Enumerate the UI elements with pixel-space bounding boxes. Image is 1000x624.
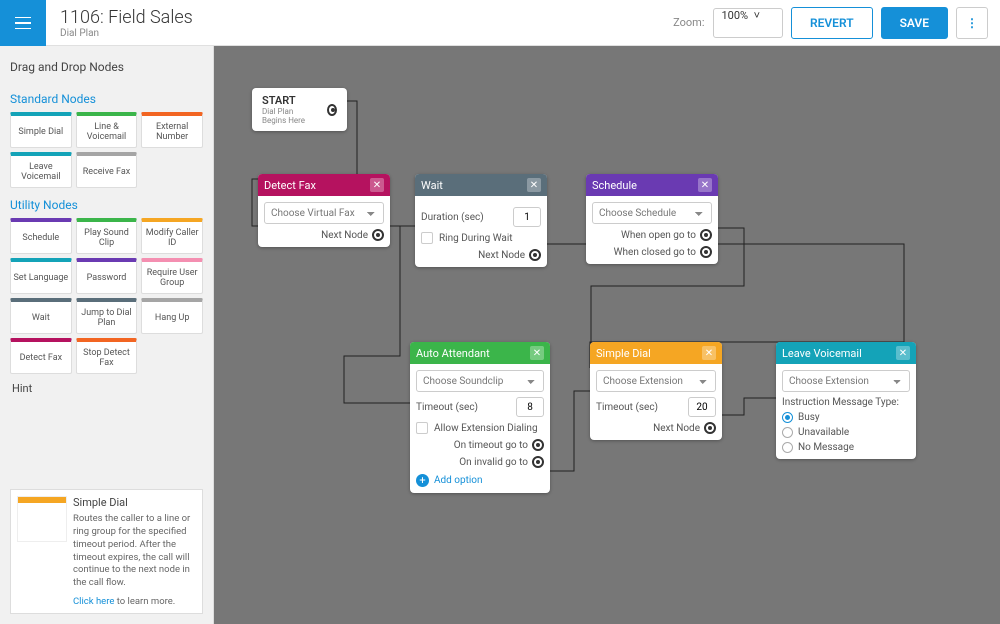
port-icon[interactable]	[704, 422, 716, 434]
zoom-label: Zoom:	[673, 16, 704, 29]
node-tile[interactable]: Receive Fax	[76, 152, 138, 188]
port-icon[interactable]	[700, 229, 712, 241]
detect-fax-node[interactable]: Detect Fax✕ Choose Virtual Fax Next Node	[258, 174, 390, 247]
ring-checkbox[interactable]	[421, 232, 433, 244]
soundclip-select[interactable]: Choose Soundclip	[416, 370, 544, 392]
close-icon[interactable]: ✕	[896, 346, 910, 360]
hint-body: Routes the caller to a line or ring grou…	[73, 513, 196, 590]
node-tile[interactable]: Simple Dial	[10, 112, 72, 148]
node-tile[interactable]: Set Language	[10, 258, 72, 294]
port-icon[interactable]	[529, 249, 541, 261]
port-icon[interactable]	[372, 229, 384, 241]
node-tile[interactable]: Hang Up	[141, 298, 203, 334]
canvas[interactable]: START Dial Plan Begins Here Detect Fax✕ …	[214, 46, 1000, 624]
radio-icon	[782, 442, 793, 453]
leave-voicemail-node[interactable]: Leave Voicemail✕ Choose Extension Instru…	[776, 342, 916, 459]
wait-node[interactable]: Wait✕ Duration (sec) Ring During Wait Ne…	[415, 174, 547, 267]
node-tile[interactable]: Detect Fax	[10, 338, 72, 374]
radio-busy[interactable]: Busy	[782, 412, 910, 423]
zoom-select[interactable]: 100% ˅	[713, 8, 784, 38]
node-tile[interactable]: Require User Group	[141, 258, 203, 294]
close-icon[interactable]: ✕	[527, 178, 541, 192]
node-tile[interactable]: Jump to Dial Plan	[76, 298, 138, 334]
start-node[interactable]: START Dial Plan Begins Here	[252, 88, 347, 131]
schedule-select[interactable]: Choose Schedule	[592, 202, 712, 224]
simple-dial-node[interactable]: Simple Dial✕ Choose Extension Timeout (s…	[590, 342, 722, 440]
close-icon[interactable]: ✕	[530, 346, 544, 360]
schedule-node[interactable]: Schedule✕ Choose Schedule When open go t…	[586, 174, 718, 264]
node-tile[interactable]: Schedule	[10, 218, 72, 254]
node-tile[interactable]: Leave Voicemail	[10, 152, 72, 188]
virtual-fax-select[interactable]: Choose Virtual Fax	[264, 202, 384, 224]
timeout-input[interactable]	[516, 397, 544, 417]
allow-ext-checkbox[interactable]	[416, 422, 428, 434]
node-tile[interactable]: Line & Voicemail	[76, 112, 138, 148]
node-tile[interactable]: External Number	[141, 112, 203, 148]
utility-nodes-title: Utility Nodes	[10, 198, 203, 212]
close-icon[interactable]: ✕	[370, 178, 384, 192]
auto-attendant-node[interactable]: Auto Attendant✕ Choose Soundclip Timeout…	[410, 342, 550, 493]
port-icon[interactable]	[327, 104, 337, 116]
node-tile[interactable]: Wait	[10, 298, 72, 334]
duration-input[interactable]	[513, 207, 541, 227]
hint-label: Hint	[12, 382, 203, 395]
node-tile[interactable]: Modify Caller ID	[141, 218, 203, 254]
extension-select[interactable]: Choose Extension	[596, 370, 716, 392]
page-subtitle: Dial Plan	[60, 28, 673, 39]
close-icon[interactable]: ✕	[702, 346, 716, 360]
close-icon[interactable]: ✕	[698, 178, 712, 192]
radio-icon	[782, 412, 793, 423]
node-tile[interactable]: Password	[76, 258, 138, 294]
title-area: 1106: Field Sales Dial Plan	[46, 7, 673, 39]
menu-button[interactable]	[0, 0, 46, 46]
hint-thumbnail	[17, 496, 67, 542]
plus-icon: +	[416, 474, 429, 487]
radio-icon	[782, 427, 793, 438]
hint-link[interactable]: Click here	[73, 596, 114, 607]
node-tile[interactable]: Stop Detect Fax	[76, 338, 138, 374]
hamburger-icon	[15, 17, 31, 29]
vm-extension-select[interactable]: Choose Extension	[782, 370, 910, 392]
save-button[interactable]: SAVE	[881, 7, 948, 39]
page-title: 1106: Field Sales	[60, 7, 673, 28]
port-icon[interactable]	[700, 246, 712, 258]
sidebar: Drag and Drop Nodes Standard Nodes Simpl…	[0, 46, 214, 624]
hint-title: Simple Dial	[73, 496, 196, 509]
more-button[interactable]: ⋮	[956, 7, 988, 39]
drag-heading: Drag and Drop Nodes	[10, 60, 203, 74]
port-icon[interactable]	[532, 439, 544, 451]
revert-button[interactable]: REVERT	[791, 7, 873, 39]
connectors	[214, 46, 1000, 624]
port-icon[interactable]	[532, 456, 544, 468]
hint-box: Simple Dial Routes the caller to a line …	[10, 489, 203, 614]
timeout-input[interactable]	[688, 397, 716, 417]
radio-no-message[interactable]: No Message	[782, 442, 910, 453]
add-option-button[interactable]: +Add option	[416, 474, 544, 487]
node-tile[interactable]: Play Sound Clip	[76, 218, 138, 254]
radio-unavailable[interactable]: Unavailable	[782, 427, 910, 438]
standard-nodes-title: Standard Nodes	[10, 92, 203, 106]
